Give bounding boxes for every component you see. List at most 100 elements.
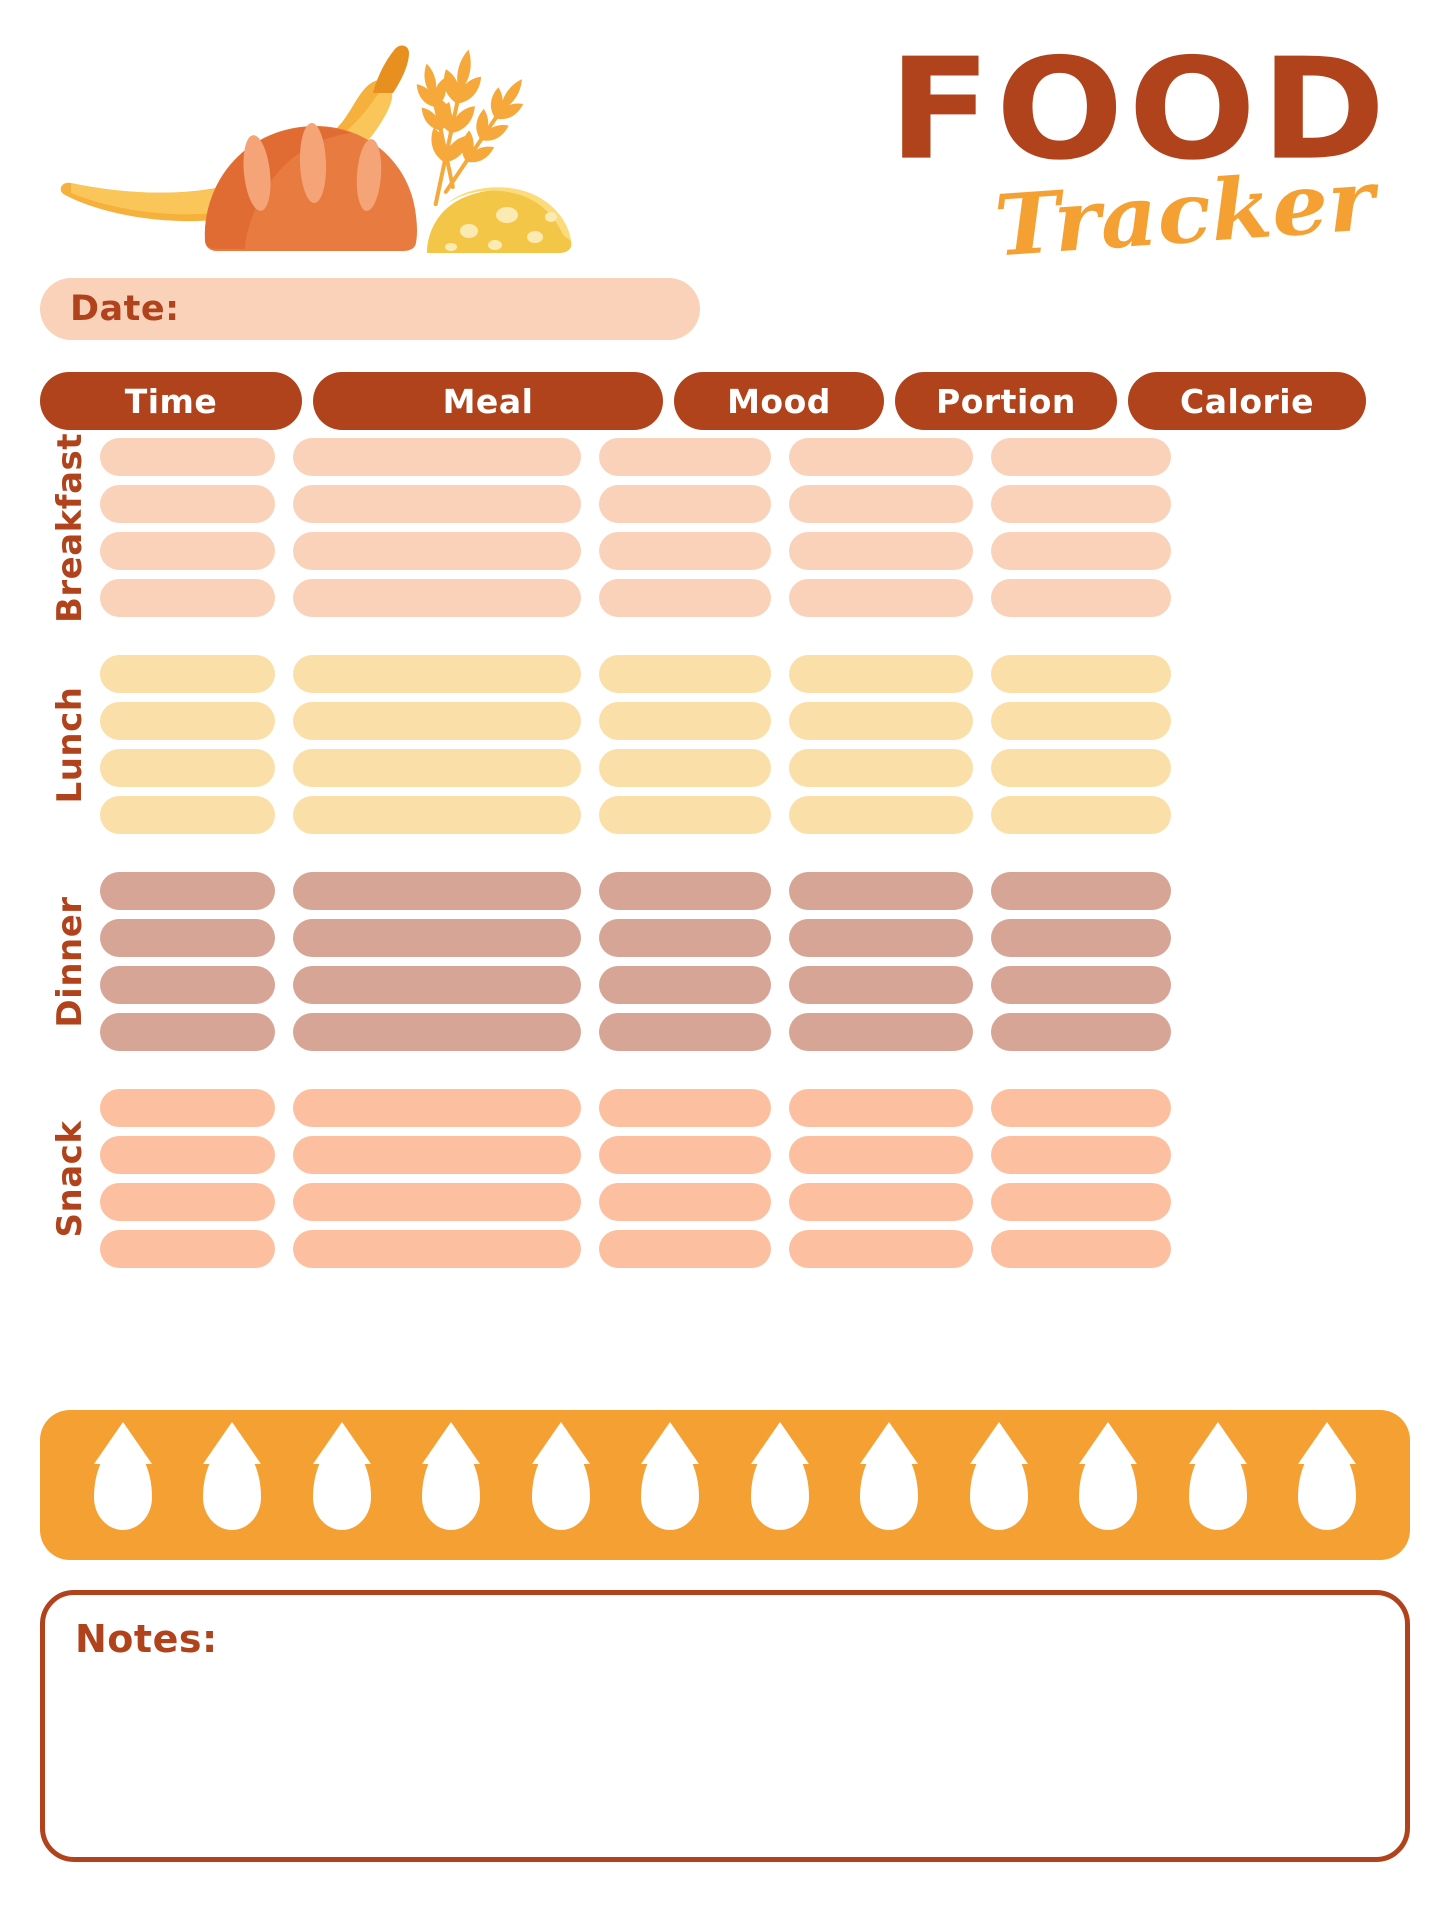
cell-snack-calorie[interactable] <box>991 1230 1171 1268</box>
cell-lunch-mood[interactable] <box>599 749 771 787</box>
cell-breakfast-calorie[interactable] <box>991 485 1171 523</box>
cell-breakfast-calorie[interactable] <box>991 438 1171 476</box>
cell-lunch-meal[interactable] <box>293 655 581 693</box>
water-droplet-icon[interactable] <box>750 1444 809 1530</box>
cell-breakfast-mood[interactable] <box>599 438 771 476</box>
cell-dinner-time[interactable] <box>100 872 275 910</box>
cell-snack-time[interactable] <box>100 1089 275 1127</box>
cell-lunch-time[interactable] <box>100 655 275 693</box>
table-row <box>100 532 1410 570</box>
water-droplet-icon[interactable] <box>531 1444 590 1530</box>
cell-snack-calorie[interactable] <box>991 1136 1171 1174</box>
cell-snack-portion[interactable] <box>789 1136 973 1174</box>
cell-dinner-mood[interactable] <box>599 919 771 957</box>
meal-group-label-snack: Snack <box>40 1081 100 1276</box>
cell-lunch-meal[interactable] <box>293 749 581 787</box>
cell-lunch-time[interactable] <box>100 702 275 740</box>
water-droplet-icon[interactable] <box>93 1444 152 1530</box>
cell-breakfast-portion[interactable] <box>789 532 973 570</box>
cell-breakfast-portion[interactable] <box>789 485 973 523</box>
cell-breakfast-mood[interactable] <box>599 485 771 523</box>
cell-lunch-mood[interactable] <box>599 655 771 693</box>
water-droplet-icon[interactable] <box>422 1444 481 1530</box>
cell-lunch-calorie[interactable] <box>991 796 1171 834</box>
cell-lunch-time[interactable] <box>100 749 275 787</box>
cell-dinner-time[interactable] <box>100 966 275 1004</box>
cell-dinner-meal[interactable] <box>293 1013 581 1051</box>
cell-snack-meal[interactable] <box>293 1089 581 1127</box>
cell-lunch-mood[interactable] <box>599 702 771 740</box>
cell-dinner-portion[interactable] <box>789 919 973 957</box>
cell-lunch-portion[interactable] <box>789 796 973 834</box>
cell-snack-portion[interactable] <box>789 1089 973 1127</box>
water-intake-tracker[interactable] <box>40 1410 1410 1560</box>
cell-lunch-calorie[interactable] <box>991 655 1171 693</box>
cell-dinner-mood[interactable] <box>599 966 771 1004</box>
water-droplet-icon[interactable] <box>1188 1444 1247 1530</box>
cell-dinner-calorie[interactable] <box>991 1013 1171 1051</box>
cell-lunch-time[interactable] <box>100 796 275 834</box>
cell-dinner-meal[interactable] <box>293 966 581 1004</box>
cell-dinner-portion[interactable] <box>789 1013 973 1051</box>
cell-dinner-meal[interactable] <box>293 872 581 910</box>
notes-field[interactable]: Notes: <box>40 1590 1410 1862</box>
cell-snack-portion[interactable] <box>789 1230 973 1268</box>
cell-dinner-portion[interactable] <box>789 966 973 1004</box>
cell-breakfast-meal[interactable] <box>293 532 581 570</box>
cell-snack-portion[interactable] <box>789 1183 973 1221</box>
cell-snack-mood[interactable] <box>599 1230 771 1268</box>
cell-dinner-calorie[interactable] <box>991 872 1171 910</box>
cell-breakfast-time[interactable] <box>100 438 275 476</box>
cell-snack-calorie[interactable] <box>991 1183 1171 1221</box>
cell-breakfast-mood[interactable] <box>599 532 771 570</box>
cell-snack-meal[interactable] <box>293 1183 581 1221</box>
cell-lunch-mood[interactable] <box>599 796 771 834</box>
cell-dinner-meal[interactable] <box>293 919 581 957</box>
meal-group-label-dinner: Dinner <box>40 864 100 1059</box>
cell-lunch-calorie[interactable] <box>991 702 1171 740</box>
cell-breakfast-time[interactable] <box>100 485 275 523</box>
cell-dinner-mood[interactable] <box>599 872 771 910</box>
cell-dinner-calorie[interactable] <box>991 966 1171 1004</box>
meal-group-label-text: Dinner <box>50 895 90 1028</box>
notes-label: Notes: <box>75 1617 218 1661</box>
cell-breakfast-portion[interactable] <box>789 579 973 617</box>
water-droplet-icon[interactable] <box>312 1444 371 1530</box>
cell-snack-meal[interactable] <box>293 1230 581 1268</box>
cell-breakfast-time[interactable] <box>100 579 275 617</box>
water-droplet-icon[interactable] <box>1079 1444 1138 1530</box>
cell-snack-mood[interactable] <box>599 1089 771 1127</box>
cell-breakfast-time[interactable] <box>100 532 275 570</box>
cell-breakfast-meal[interactable] <box>293 438 581 476</box>
cell-snack-time[interactable] <box>100 1183 275 1221</box>
date-field[interactable]: Date: <box>40 278 700 340</box>
cell-snack-mood[interactable] <box>599 1183 771 1221</box>
cell-snack-time[interactable] <box>100 1230 275 1268</box>
cell-dinner-time[interactable] <box>100 919 275 957</box>
cell-lunch-meal[interactable] <box>293 796 581 834</box>
cell-dinner-calorie[interactable] <box>991 919 1171 957</box>
cell-breakfast-portion[interactable] <box>789 438 973 476</box>
water-droplet-icon[interactable] <box>860 1444 919 1530</box>
cell-breakfast-mood[interactable] <box>599 579 771 617</box>
cell-breakfast-meal[interactable] <box>293 579 581 617</box>
cell-breakfast-calorie[interactable] <box>991 532 1171 570</box>
cell-breakfast-calorie[interactable] <box>991 579 1171 617</box>
cell-dinner-mood[interactable] <box>599 1013 771 1051</box>
water-droplet-icon[interactable] <box>1298 1444 1357 1530</box>
cell-snack-time[interactable] <box>100 1136 275 1174</box>
water-droplet-icon[interactable] <box>641 1444 700 1530</box>
cell-lunch-portion[interactable] <box>789 749 973 787</box>
water-droplet-icon[interactable] <box>969 1444 1028 1530</box>
water-droplet-icon[interactable] <box>203 1444 262 1530</box>
cell-breakfast-meal[interactable] <box>293 485 581 523</box>
cell-snack-mood[interactable] <box>599 1136 771 1174</box>
cell-lunch-calorie[interactable] <box>991 749 1171 787</box>
cell-lunch-portion[interactable] <box>789 702 973 740</box>
cell-lunch-portion[interactable] <box>789 655 973 693</box>
cell-dinner-portion[interactable] <box>789 872 973 910</box>
cell-lunch-meal[interactable] <box>293 702 581 740</box>
cell-snack-calorie[interactable] <box>991 1089 1171 1127</box>
cell-dinner-time[interactable] <box>100 1013 275 1051</box>
cell-snack-meal[interactable] <box>293 1136 581 1174</box>
